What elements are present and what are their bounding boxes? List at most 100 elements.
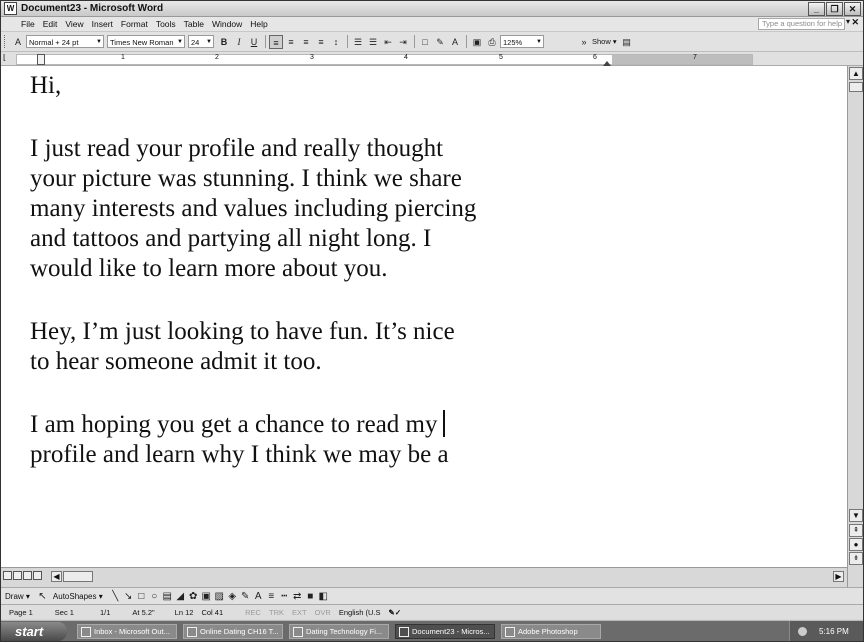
ruler-number: 6 (593, 54, 597, 61)
align-left-icon[interactable]: ≡ (269, 34, 283, 49)
decrease-indent-icon[interactable]: ⇤ (381, 35, 395, 49)
line-spacing-icon[interactable]: ↕ (329, 35, 343, 49)
reviewing-pane-icon[interactable]: ▤ (620, 35, 634, 49)
arrow-style-icon[interactable]: ⇄ (291, 591, 304, 602)
font-size-dropdown[interactable]: 24 ▼ (188, 35, 214, 48)
taskbar-item-photoshop[interactable]: Adobe Photoshop (501, 624, 601, 639)
align-right-icon[interactable]: ≡ (299, 35, 313, 49)
text-box-icon[interactable]: ▤ (161, 591, 174, 602)
scroll-left-icon[interactable]: ◀ (51, 571, 62, 582)
line-style-icon[interactable]: ≡ (265, 591, 278, 602)
close-button[interactable]: ✕ (844, 2, 861, 16)
taskbar-item-outlook[interactable]: Inbox - Microsoft Out... (77, 624, 177, 639)
italic-button[interactable]: I (232, 35, 246, 49)
menu-edit[interactable]: Edit (43, 19, 58, 29)
outline-view-icon[interactable] (33, 571, 42, 580)
web-layout-icon[interactable] (13, 571, 22, 580)
normal-view-icon[interactable] (3, 571, 12, 580)
styles-pane-icon[interactable]: A (11, 35, 25, 49)
status-ext[interactable]: EXT (292, 608, 307, 617)
scroll-down-icon[interactable]: ▼ (849, 509, 863, 522)
menu-format[interactable]: Format (121, 19, 148, 29)
line-tool-icon[interactable]: ╲ (109, 591, 122, 602)
diagram-icon[interactable]: ✿ (187, 591, 200, 602)
previous-page-icon[interactable]: ⇞ (849, 524, 863, 537)
next-page-icon[interactable]: ⇟ (849, 552, 863, 565)
menu-help[interactable]: Help (250, 19, 267, 29)
network-icon[interactable] (798, 627, 807, 636)
status-ovr[interactable]: OVR (315, 608, 331, 617)
help-question-input[interactable]: Type a question for help (758, 18, 845, 30)
title-bar[interactable]: W Document23 - Microsoft Word _ ❐ ✕ (1, 1, 863, 17)
toolbar-options-icon[interactable]: » (577, 35, 591, 49)
vertical-scrollbar[interactable]: ▲ ▼ ⇞ ● ⇟ (847, 66, 863, 587)
increase-indent-icon[interactable]: ⇥ (396, 35, 410, 49)
status-trk[interactable]: TRK (269, 608, 284, 617)
3d-style-icon[interactable]: ◧ (317, 591, 330, 602)
left-indent-marker[interactable] (37, 54, 45, 65)
document-close-button[interactable]: ✕ (851, 17, 859, 28)
horizontal-scrollbar[interactable]: ◀ ▶ (1, 567, 847, 588)
oval-tool-icon[interactable]: ○ (148, 591, 161, 602)
scroll-up-icon[interactable]: ▲ (849, 67, 863, 80)
save-icon[interactable]: ▣ (470, 35, 484, 49)
draw-menu-button[interactable]: Draw ▾ (5, 592, 30, 601)
taskbar-item-dating-technology[interactable]: Dating Technology Fi... (289, 624, 389, 639)
document-page[interactable]: Hi, I just read your profile and really … (1, 66, 847, 567)
vertical-scroll-thumb[interactable] (849, 82, 863, 92)
scroll-right-icon[interactable]: ▶ (833, 571, 844, 582)
dash-style-icon[interactable]: ┅ (278, 591, 291, 602)
font-color-icon[interactable]: A (252, 591, 265, 602)
document-text[interactable]: Hi, I just read your profile and really … (30, 71, 670, 470)
fill-color-icon[interactable]: ◈ (226, 591, 239, 602)
font-color-icon[interactable]: A (448, 35, 462, 49)
rectangle-tool-icon[interactable]: □ (135, 591, 148, 602)
wordart-icon[interactable]: ◢ (174, 591, 187, 602)
taskbar-item-document23[interactable]: Document23 - Micros... (395, 624, 495, 639)
chevron-down-icon: ▼ (177, 39, 183, 45)
justify-icon[interactable]: ≡ (314, 35, 328, 49)
restore-button[interactable]: ❐ (826, 2, 843, 16)
print-layout-icon[interactable] (23, 571, 32, 580)
underline-button[interactable]: U (247, 35, 261, 49)
clip-art-icon[interactable]: ▣ (200, 591, 213, 602)
highlight-icon[interactable]: ✎ (433, 35, 447, 49)
status-language[interactable]: English (U.S (339, 608, 381, 617)
horizontal-scroll-thumb[interactable] (63, 571, 93, 582)
browse-object-icon[interactable]: ● (849, 538, 863, 551)
taskbar-item-online-dating[interactable]: Online Dating CH16 T... (183, 624, 283, 639)
minimize-button[interactable]: _ (808, 2, 825, 16)
spelling-status-icon[interactable]: ✎✓ (389, 608, 402, 617)
word-app-icon[interactable]: W (4, 2, 17, 15)
borders-icon[interactable]: □ (418, 35, 432, 49)
text-cursor (442, 410, 445, 437)
toolbar-grip[interactable] (4, 35, 8, 48)
align-center-icon[interactable]: ≡ (284, 35, 298, 49)
help-dropdown-icon[interactable]: ▾ (846, 17, 850, 26)
bullets-icon[interactable]: ☰ (366, 35, 380, 49)
zoom-dropdown[interactable]: 125% ▼ (500, 35, 544, 48)
menu-tools[interactable]: Tools (156, 19, 176, 29)
menu-window[interactable]: Window (212, 19, 242, 29)
shadow-icon[interactable]: ■ (304, 591, 317, 602)
font-dropdown[interactable]: Times New Roman ▼ (107, 35, 185, 48)
autoshapes-menu-button[interactable]: AutoShapes ▾ (53, 592, 103, 601)
clock[interactable]: 5:16 PM (819, 621, 849, 641)
select-objects-icon[interactable]: ↖ (36, 591, 49, 602)
bold-button[interactable]: B (217, 35, 231, 49)
show-markup-button[interactable]: Show ▾ (592, 37, 617, 46)
numbering-icon[interactable]: ☰ (351, 35, 365, 49)
picture-icon[interactable]: ▨ (213, 591, 226, 602)
menu-table[interactable]: Table (184, 19, 204, 29)
horizontal-ruler[interactable]: ⌊ 1 2 3 4 5 6 7 (1, 52, 863, 66)
status-rec[interactable]: REC (245, 608, 261, 617)
style-dropdown[interactable]: Normal + 24 pt ▼ (26, 35, 104, 48)
arrow-tool-icon[interactable]: ↘ (122, 591, 135, 602)
menu-insert[interactable]: Insert (92, 19, 113, 29)
start-button[interactable]: start (1, 622, 67, 641)
line-color-icon[interactable]: ✎ (239, 591, 252, 602)
print-icon[interactable]: ⎙ (485, 35, 499, 49)
tab-selector-icon[interactable]: ⌊ (3, 53, 11, 63)
menu-view[interactable]: View (65, 19, 83, 29)
menu-file[interactable]: File (21, 19, 35, 29)
